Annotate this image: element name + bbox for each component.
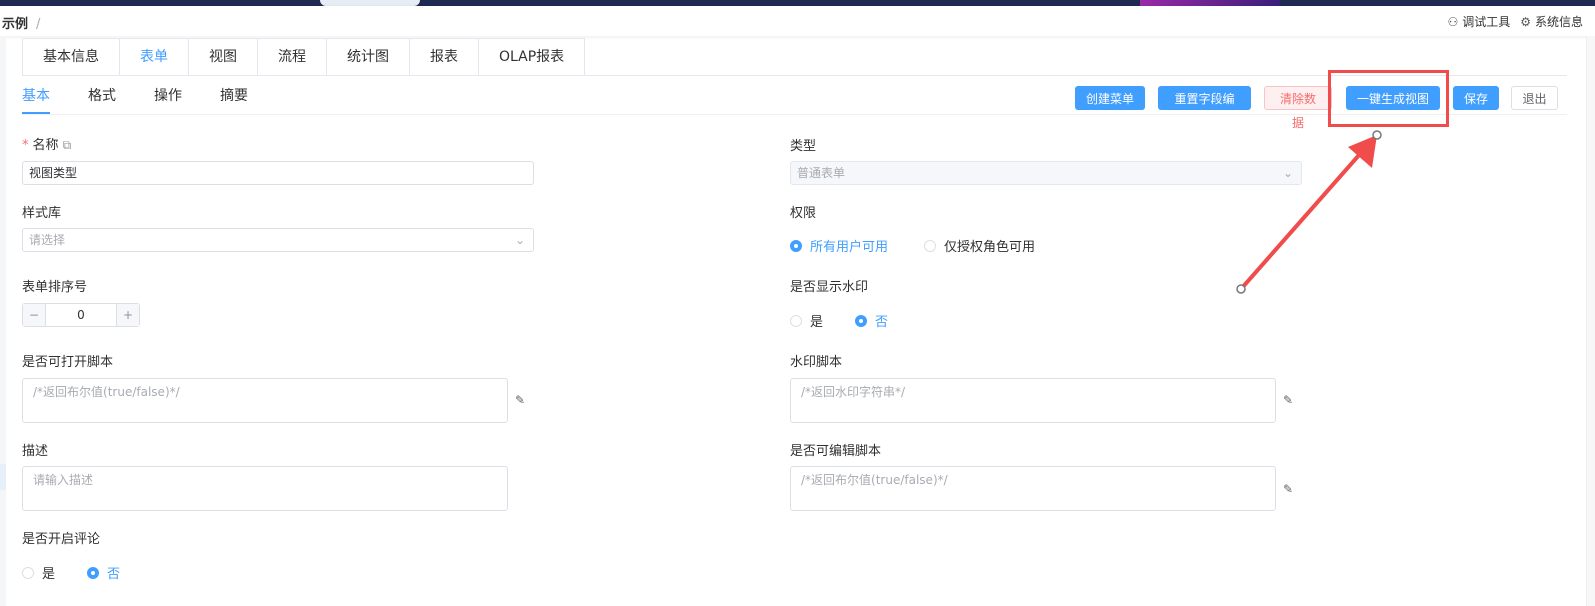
tab-olap-report[interactable]: OLAP报表 [479,39,584,76]
debug-icon: ⚇ [1447,15,1459,29]
radio-label: 是 [42,567,56,582]
edit-icon[interactable]: ✎ [515,393,525,407]
breadcrumb: 示例 / [2,13,40,32]
open-script-textarea[interactable]: /*返回布尔值(true/false)*/ [22,378,508,423]
watermark-radio-no[interactable]: 否 [855,311,888,330]
comment-radio-yes[interactable]: 是 [22,563,55,582]
radio-dot [22,566,34,579]
tab-statistics[interactable]: 统计图 [327,39,410,76]
sort-stepper[interactable]: − 0 + [22,303,140,327]
radio-dot [924,239,936,252]
sidebar-active-marker [0,464,6,490]
debug-tool-button[interactable]: ⚇ 调试工具 [1447,13,1510,30]
desc-label: 描述 [22,444,49,459]
radio-dot [790,314,802,327]
tab-flow[interactable]: 流程 [258,39,327,76]
subtab-summary[interactable]: 摘要 [220,78,248,114]
permission-radio-all[interactable]: 所有用户可用 [790,236,888,255]
watermark-label: 是否显示水印 [790,280,869,295]
watermark-script-textarea[interactable]: /*返回水印字符串*/ [790,378,1276,423]
style-lib-select[interactable]: 请选择 ⌄ [22,228,534,252]
sort-label: 表单排序号 [22,280,88,295]
chevron-down-icon: ⌄ [1282,166,1293,180]
style-lib-placeholder: 请选择 [29,233,66,247]
exit-button[interactable]: 退出 [1511,86,1558,110]
edit-icon[interactable]: ✎ [1283,482,1293,496]
comment-label: 是否开启评论 [22,532,101,547]
tab-view[interactable]: 视图 [189,39,258,76]
radio-dot [790,239,802,252]
annotation-highlight-box [1328,70,1449,127]
sub-tabs: 基本 格式 操作 摘要 [22,78,286,114]
permission-label: 权限 [790,206,817,221]
sort-value[interactable]: 0 [46,304,116,326]
name-label: * 名称 ⧉ [22,134,71,153]
style-lib-label: 样式库 [22,206,62,221]
radio-dot [855,314,867,327]
comment-radio-no[interactable]: 否 [87,563,120,582]
subtab-basic[interactable]: 基本 [22,78,50,114]
page-header: 示例 / ⚇ 调试工具 ⚙ 系统信息 [0,6,1595,36]
radio-label: 否 [875,315,889,330]
breadcrumb-separator: / [36,17,41,32]
name-label-text: 名称 [32,138,59,153]
type-label: 类型 [790,139,817,154]
decrement-button[interactable]: − [23,304,46,326]
watermark-script-label: 水印脚本 [790,355,843,370]
subtab-format[interactable]: 格式 [88,78,116,114]
main-tabs: 基本信息 表单 视图 流程 统计图 报表 OLAP报表 [22,38,586,76]
radio-label: 所有用户可用 [810,240,889,255]
type-select: 普通表单 ⌄ [790,161,1302,185]
copy-icon[interactable]: ⧉ [63,138,72,152]
radio-dot [87,566,99,579]
clear-data-button[interactable]: 清除数据 [1264,86,1332,130]
radio-label: 否 [107,567,121,582]
right-scrollbar[interactable] [1586,36,1595,606]
left-sidebar-edge [0,36,6,606]
chevron-down-icon: ⌄ [514,233,525,247]
system-info-button[interactable]: ⚙ 系统信息 [1520,13,1583,30]
permission-radio-authorized[interactable]: 仅授权角色可用 [924,236,1035,255]
name-input[interactable]: 视图类型 [22,161,534,185]
required-marker: * [22,138,29,153]
debug-tool-label: 调试工具 [1462,15,1511,29]
desc-textarea[interactable]: 请输入描述 [22,466,508,511]
system-info-label: 系统信息 [1534,15,1583,29]
breadcrumb-item[interactable]: 示例 [2,17,28,32]
save-button[interactable]: 保存 [1453,86,1499,110]
tab-form[interactable]: 表单 [120,39,189,76]
open-script-label: 是否可打开脚本 [22,355,114,370]
reset-field-number-button[interactable]: 重置字段编号 [1158,86,1251,130]
header-tools: ⚇ 调试工具 ⚙ 系统信息 [1447,13,1583,30]
subtab-operation[interactable]: 操作 [154,78,182,114]
radio-label: 是 [810,315,824,330]
tab-basic-info[interactable]: 基本信息 [23,39,120,76]
increment-button[interactable]: + [116,304,139,326]
tab-report[interactable]: 报表 [410,39,479,76]
create-menu-button[interactable]: 创建菜单 [1075,86,1145,110]
edit-script-textarea[interactable]: /*返回布尔值(true/false)*/ [790,466,1276,511]
type-value: 普通表单 [797,166,846,180]
edit-script-label: 是否可编辑脚本 [790,444,882,459]
radio-label: 仅授权角色可用 [944,240,1036,255]
gear-icon: ⚙ [1520,15,1531,29]
edit-icon[interactable]: ✎ [1283,393,1293,407]
watermark-radio-yes[interactable]: 是 [790,311,823,330]
